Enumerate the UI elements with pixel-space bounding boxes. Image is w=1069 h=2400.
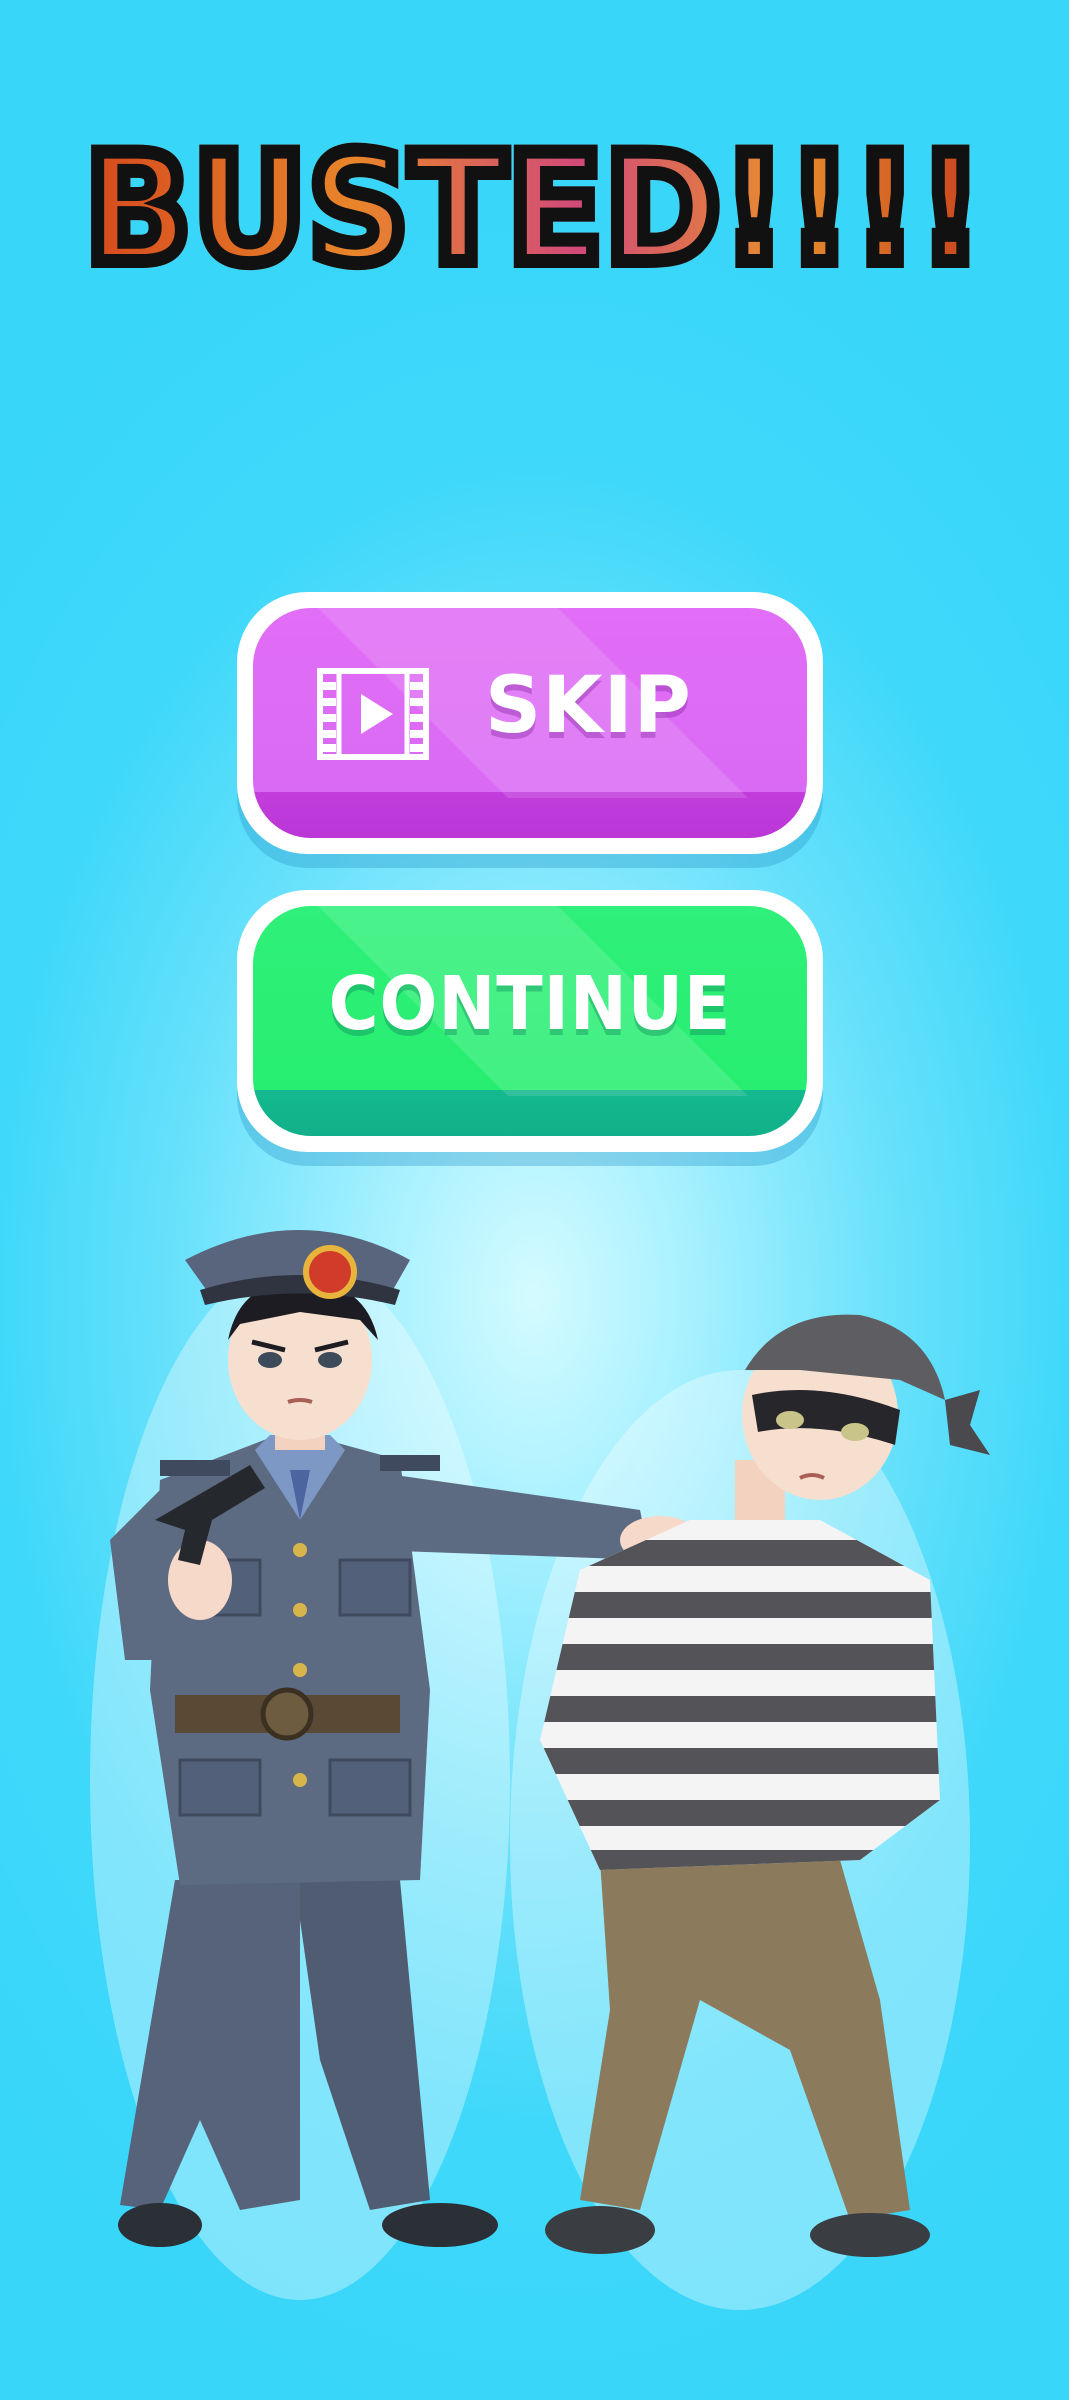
title-banner: BUSTED!!!! — [0, 116, 1069, 304]
skip-button[interactable]: SKIP — [237, 592, 823, 854]
skip-label: SKIP — [485, 661, 692, 751]
skip-button-face: SKIP — [253, 608, 807, 838]
continue-button-face: CONTINUE — [253, 906, 807, 1136]
continue-button[interactable]: CONTINUE — [237, 890, 823, 1152]
busted-title: BUSTED!!!! — [78, 116, 989, 304]
arrest-illustration — [90, 1230, 990, 2310]
video-play-icon — [317, 668, 429, 760]
continue-label: CONTINUE — [328, 961, 732, 1047]
